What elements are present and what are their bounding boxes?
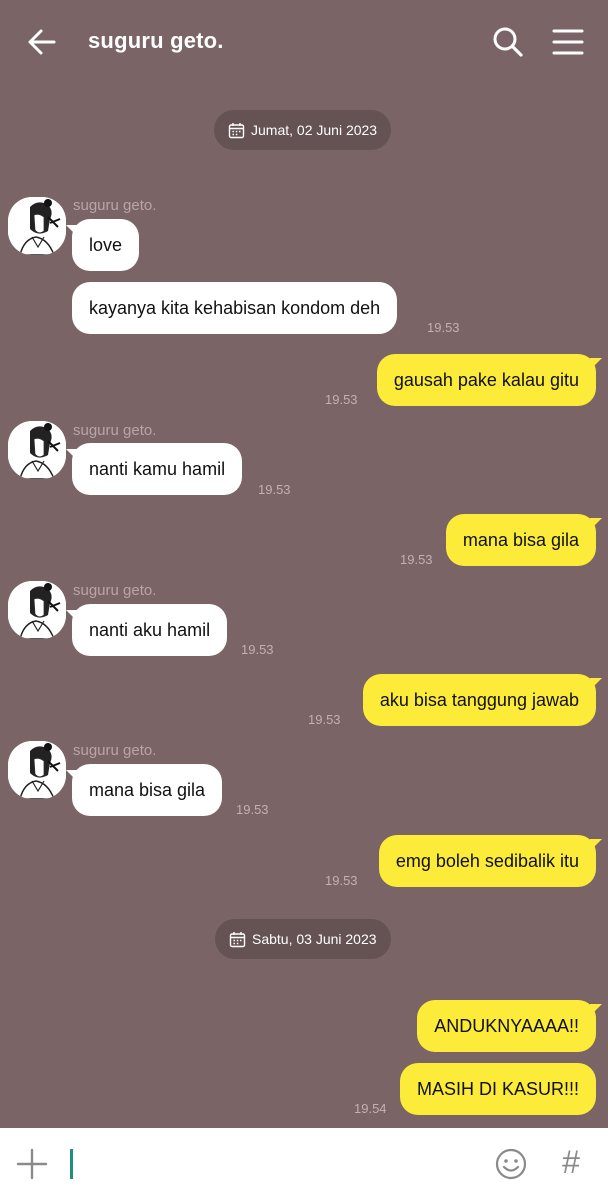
message-text: nanti aku hamil [89,619,211,640]
message-time: 19.54 [354,1101,387,1116]
avatar-portrait-icon [8,741,66,799]
message-text: ANDUKNYAAAA!! [434,1015,579,1036]
date-label: Jumat, 02 Juni 2023 [251,122,378,138]
avatar[interactable] [8,421,66,479]
message-time: 19.53 [325,392,358,407]
sender-name: suguru geto. [73,742,157,759]
message-text: MASIH DI KASUR!!! [416,1078,579,1099]
message-time: 19.53 [400,552,433,567]
date-label: Sabtu, 03 Juni 2023 [252,931,377,947]
message-bubble-incoming[interactable]: kayanya kita kehabisan kondom deh [72,282,398,334]
emoji-icon [495,1148,527,1180]
chat-header: suguru geto. [0,0,608,84]
message-bubble-incoming[interactable]: nanti kamu hamil [65,443,243,495]
message-bubble-outgoing[interactable]: ANDUKNYAAAA!! [417,1000,602,1052]
avatar-portrait-icon [8,421,66,479]
arrow-left-icon [28,29,56,55]
plus-icon [16,1148,48,1180]
menu-button[interactable] [548,22,588,62]
sender-name: suguru geto. [73,197,157,214]
message-bubble-outgoing[interactable]: aku bisa tanggung jawab [362,674,603,726]
hamburger-menu-icon [552,29,584,55]
message-text: emg boleh sedibalik itu [395,850,579,871]
sender-name: suguru geto. [73,582,157,599]
message-text: love [89,234,123,255]
avatar-portrait-icon [8,581,66,639]
message-bubble-outgoing[interactable]: MASIH DI KASUR!!! [399,1063,596,1115]
date-separator: Sabtu, 03 Juni 2023 [215,919,391,959]
message-text: nanti kamu hamil [89,458,226,479]
search-button[interactable] [488,22,528,62]
message-input-bar: # [0,1128,608,1200]
message-bubble-outgoing[interactable]: gausah pake kalau gitu [376,354,603,406]
attach-button[interactable] [14,1146,50,1182]
avatar[interactable] [8,741,66,799]
message-time: 19.53 [427,320,460,335]
search-icon [493,27,523,57]
message-bubble-outgoing[interactable]: mana bisa gila [445,514,603,566]
message-time: 19.53 [241,642,274,657]
message-time: 19.53 [325,873,358,888]
message-bubble-incoming[interactable]: nanti aku hamil [65,604,228,656]
sender-name: suguru geto. [73,422,157,439]
chat-title: suguru geto. [88,28,224,53]
message-time: 19.53 [308,712,341,727]
calendar-icon [228,122,245,138]
message-time: 19.53 [236,802,269,817]
hashtag-button[interactable]: # [556,1142,586,1182]
message-text: mana bisa gila [462,529,579,550]
message-time: 19.53 [258,482,291,497]
message-text: mana bisa gila [89,779,206,800]
message-bubble-incoming[interactable]: love [65,219,140,271]
message-text: aku bisa tanggung jawab [379,689,579,710]
message-bubble-outgoing[interactable]: emg boleh sedibalik itu [378,835,603,887]
calendar-icon [229,931,246,947]
message-bubble-incoming[interactable]: mana bisa gila [65,764,223,816]
avatar-portrait-icon [8,197,66,255]
text-caret [70,1149,73,1179]
back-button[interactable] [22,22,62,62]
date-separator: Jumat, 02 Juni 2023 [214,110,392,150]
avatar[interactable] [8,581,66,639]
message-input[interactable] [66,1144,476,1184]
emoji-button[interactable] [493,1146,529,1182]
avatar[interactable] [8,197,66,255]
message-text: kayanya kita kehabisan kondom deh [89,297,381,318]
message-text: gausah pake kalau gitu [393,369,579,390]
